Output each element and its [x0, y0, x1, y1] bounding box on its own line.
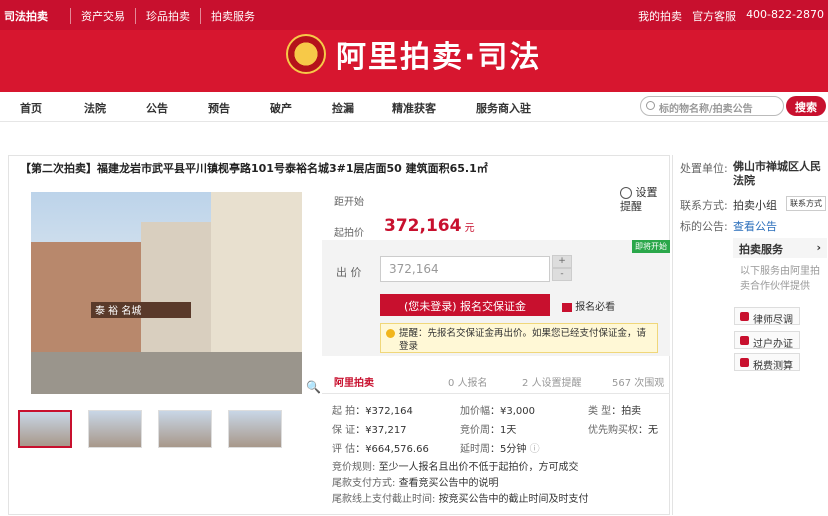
decrease-button[interactable]: - — [552, 268, 572, 281]
increment-value: ¥3,000 — [500, 406, 535, 417]
bid-label: 出 价 — [336, 266, 362, 279]
details-col-3: 类 型：拍卖 优先购买权：无 — [588, 406, 658, 436]
nav-preview[interactable]: 预告 — [208, 100, 230, 116]
nav-collectibles[interactable]: 珍品拍卖 — [135, 8, 200, 24]
site-title: 阿里拍卖·司法 — [336, 40, 542, 75]
brand-link[interactable]: 司法拍卖 — [4, 8, 48, 24]
building-image — [211, 192, 302, 352]
lawyer-icon — [740, 312, 749, 321]
extend-value: 5分钟 — [500, 444, 527, 455]
contact-value: 拍卖小组 — [733, 199, 777, 212]
warning-icon — [386, 329, 395, 338]
bid-amount-input[interactable]: 372,164 — [380, 256, 550, 282]
thumbnail[interactable] — [18, 410, 72, 448]
lot-photo[interactable]: 泰 裕 名城 — [31, 192, 302, 394]
bid-stepper: + - — [552, 255, 572, 281]
signup-count: 0 人报名 — [448, 378, 488, 389]
hero-banner: 阿里拍卖·司法 — [0, 30, 828, 92]
reminder-count: 2 人设置提醒 — [522, 378, 582, 389]
search-button[interactable]: 搜索 — [786, 96, 826, 116]
main-nav: 首页 法院 公告 预告 破产 捡漏 精准获客 服务商入驻 标的物名称/拍卖公告 … — [0, 92, 828, 122]
unit-value: 佛山市禅城区人民法院 — [733, 160, 821, 187]
nav-provider-join[interactable]: 服务商入驻 — [476, 100, 531, 116]
thumbnail[interactable] — [88, 410, 142, 448]
notice-link[interactable]: 查看公告 — [733, 218, 777, 234]
type-value: 拍卖 — [621, 406, 642, 417]
lawyer-check-button[interactable]: 律师尽调 — [734, 307, 800, 326]
nav-court[interactable]: 法院 — [84, 100, 106, 116]
stats-bar: 阿里拍卖 0 人报名 2 人设置提醒 567 次围观 — [322, 366, 670, 394]
start-price-value: 372,164 — [384, 216, 462, 236]
building-image — [141, 222, 211, 352]
priority-value: 无 — [648, 425, 658, 436]
unit-label: 处置单位: — [680, 162, 728, 175]
chevron-right-icon: › — [816, 241, 821, 254]
warning-text: 提醒：先报名交保证金再出价。如果您已经支付保证金，请登录 — [399, 328, 647, 352]
nav-asset-trade[interactable]: 资产交易 — [70, 8, 135, 24]
building-image — [31, 242, 141, 352]
countdown-label: 距开始 — [334, 197, 364, 208]
start-value: ¥372,164 — [365, 406, 413, 417]
search-input[interactable]: 标的物名称/拍卖公告 — [640, 96, 784, 116]
start-price-label: 起拍价 — [334, 228, 364, 239]
start-price-display: 372,164 元 — [384, 216, 475, 236]
top-right: 我的拍卖 官方客服 400-822-2870 — [638, 8, 824, 24]
phone-number: 400-822-2870 — [746, 8, 824, 21]
court-emblem-icon — [286, 34, 326, 74]
photo-sign: 泰 裕 名城 — [91, 302, 191, 318]
customer-service-link[interactable]: 官方客服 — [692, 8, 736, 24]
must-read-label: 报名必看 — [575, 302, 616, 313]
service-desc: 以下服务由阿里拍卖合作伙伴提供 — [740, 266, 820, 292]
details-col-1: 起 拍：¥372,164 保 证：¥37,217 评 估：¥664,576.66 — [332, 406, 429, 455]
thumbnail[interactable] — [228, 410, 282, 448]
contact-label: 联系方式: — [680, 199, 728, 212]
ali-auction-logo: 阿里拍卖 — [334, 378, 374, 389]
period-value: 1天 — [500, 425, 517, 436]
contact-badge[interactable]: 联系方式 — [786, 196, 826, 211]
tax-calc-button[interactable]: 税费测算 — [734, 353, 800, 372]
clock-icon — [620, 187, 632, 199]
search-icon — [646, 101, 655, 110]
login-warning: 提醒：先报名交保证金再出价。如果您已经支付保证金，请登录 — [380, 323, 658, 353]
nav-bargain[interactable]: 捡漏 — [332, 100, 354, 116]
pay-text: 查看竞买公告中的说明 — [398, 478, 499, 489]
lot-title: 【第二次拍卖】福建龙岩市武平县平川镇枧亭路101号泰裕名城3#1层店面50 建筑… — [20, 162, 488, 175]
details-col-2: 加价幅：¥3,000 竞价周：1天 延时周：5分钟 ⓘ — [460, 406, 540, 455]
nav-bankruptcy[interactable]: 破产 — [270, 100, 292, 116]
deadline-text: 按竞买公告中的截止时间及时支付 — [438, 494, 589, 505]
search-placeholder: 标的物名称/拍卖公告 — [659, 104, 753, 115]
nav-customer-acquisition[interactable]: 精准获客 — [392, 100, 436, 116]
transfer-icon — [740, 336, 749, 345]
top-bar: 司法拍卖 资产交易 珍品拍卖 拍卖服务 我的拍卖 官方客服 400-822-28… — [0, 0, 828, 30]
nav-home[interactable]: 首页 — [20, 100, 42, 116]
assess-value: ¥664,576.66 — [365, 444, 429, 455]
view-count: 567 次围观 — [612, 378, 665, 389]
set-reminder-button[interactable]: 设置提醒 — [620, 186, 664, 214]
rule-text: 至少一人报名且出价不低于起拍价，方可成交 — [378, 462, 579, 473]
transfer-button[interactable]: 过户办证 — [734, 331, 800, 350]
tax-icon — [740, 358, 749, 367]
nav-auction-service[interactable]: 拍卖服务 — [200, 8, 265, 24]
signup-deposit-button[interactable]: (您未登录) 报名交保证金 — [380, 294, 550, 316]
my-auction-link[interactable]: 我的拍卖 — [638, 8, 682, 24]
zoom-icon[interactable]: 🔍 — [306, 380, 321, 394]
notice-label: 标的公告: — [680, 220, 728, 233]
rules-block: 竞价规则: 至少一人报名且出价不低于起拍价，方可成交 尾款支付方式: 查看竞买公… — [332, 462, 589, 505]
help-icon[interactable]: ⓘ — [530, 444, 540, 455]
deposit-value: ¥37,217 — [365, 425, 407, 436]
currency-unit: 元 — [464, 223, 475, 234]
ground-image — [31, 352, 302, 394]
auction-service-header[interactable]: 拍卖服务 › — [733, 238, 827, 258]
status-badge: 即将开始 — [632, 240, 670, 253]
top-nav: 资产交易 珍品拍卖 拍卖服务 — [70, 8, 265, 24]
nav-notice[interactable]: 公告 — [146, 100, 168, 116]
increase-button[interactable]: + — [552, 255, 572, 268]
thumbnail-strip — [18, 410, 282, 448]
service-title: 拍卖服务 — [739, 243, 783, 256]
thumbnail[interactable] — [158, 410, 212, 448]
gift-icon — [562, 302, 572, 312]
must-read-link[interactable]: 报名必看 — [562, 298, 615, 313]
